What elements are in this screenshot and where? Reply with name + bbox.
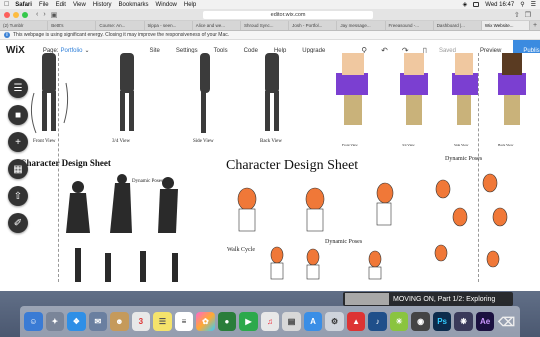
- energy-notice: i This webpage is using significant ener…: [0, 31, 540, 40]
- photoshop-icon[interactable]: Ps: [432, 312, 452, 331]
- apple-menu-icon[interactable]: : [4, 1, 9, 8]
- orange-character-sheet[interactable]: [225, 173, 540, 282]
- blog-icon[interactable]: ✐: [8, 213, 28, 233]
- browser-tab[interactable]: Freeasound -...: [386, 21, 434, 30]
- address-bar[interactable]: editor.wix.com: [203, 10, 374, 19]
- main-sheet-title: Character Design Sheet: [226, 158, 359, 173]
- browser-tab[interactable]: Bettt's: [48, 21, 97, 30]
- menu-history[interactable]: History: [93, 2, 112, 8]
- minimize-window-button[interactable]: [13, 11, 19, 18]
- menu-list-icon[interactable]: ☰: [531, 1, 536, 8]
- label-three-quarter-view: 3/4 View: [112, 139, 131, 144]
- red-app-icon[interactable]: ▲: [346, 312, 366, 331]
- app-store-icon[interactable]: A: [303, 312, 323, 331]
- small-label-side-view: Side View: [454, 143, 469, 147]
- itunes-icon[interactable]: ♫: [260, 312, 280, 331]
- small-label-front-view: Front View: [342, 143, 358, 147]
- upload-icon[interactable]: ⇧: [8, 186, 28, 206]
- browser-tab[interactable]: Alice and we...: [193, 21, 241, 30]
- browser-tab[interactable]: Jay message...: [337, 21, 386, 30]
- butterfly-app-icon[interactable]: ❋: [454, 312, 473, 331]
- dynamic-poses-label: Dynamic Poses: [445, 156, 483, 162]
- browser-tab[interactable]: Josh - Portfol...: [289, 21, 338, 30]
- forward-icon[interactable]: ›: [43, 11, 45, 18]
- small-label-three-quarter-view: 3/4 View: [402, 143, 415, 147]
- label-side-view: Side View: [193, 139, 214, 144]
- tabs-overview-icon[interactable]: ❐: [525, 11, 531, 19]
- back-icon[interactable]: ‹: [36, 11, 38, 18]
- contacts-icon[interactable]: ☻: [110, 312, 129, 331]
- utility-app-icon[interactable]: ◉: [411, 312, 430, 331]
- battery-icon[interactable]: [473, 2, 480, 7]
- messages-icon[interactable]: ●: [217, 312, 237, 331]
- bird-app-icon[interactable]: ♪: [368, 312, 387, 331]
- macos-dock: ☺ ✦ ❖ ✉ ☻ 3 ☰ ≡ ✿ ● ▶ ♫ ▤ A ⚙ ▲ ♪ ☀ ◉ Ps…: [20, 306, 520, 337]
- app-market-icon[interactable]: ▦: [8, 159, 28, 179]
- search-icon[interactable]: ⚲: [520, 1, 524, 8]
- ibooks-icon[interactable]: ▤: [282, 312, 301, 331]
- background-icon[interactable]: ■: [8, 105, 28, 125]
- facetime-icon[interactable]: ▶: [239, 312, 258, 331]
- dark-character-poses[interactable]: [60, 173, 210, 282]
- new-tab-icon[interactable]: +: [530, 21, 540, 30]
- label-front-view: Front View: [33, 139, 56, 144]
- browser-tab[interactable]: Course: An...: [96, 21, 145, 30]
- notes-icon[interactable]: ☰: [153, 312, 172, 331]
- system-preferences-icon[interactable]: ⚙: [325, 312, 344, 331]
- menus-pages-icon[interactable]: ☰: [8, 78, 28, 98]
- left-sheet-title: Character Design Sheet: [20, 158, 111, 168]
- menu-file[interactable]: File: [39, 2, 49, 8]
- menu-bookmarks[interactable]: Bookmarks: [119, 2, 149, 8]
- trash-icon[interactable]: ⌫: [497, 312, 516, 331]
- media-notification[interactable]: MOVING ON, Part 1/2: Exploring: [343, 292, 513, 306]
- share-icon[interactable]: ⇧: [514, 11, 520, 19]
- close-window-button[interactable]: [4, 11, 10, 18]
- sidebar-icon[interactable]: ▣: [51, 11, 58, 19]
- browser-tab[interactable]: trippa - seen...: [145, 21, 193, 30]
- browser-tab[interactable]: Dashboard |...: [434, 21, 482, 30]
- browser-tab[interactable]: (2) Tumblr: [0, 21, 49, 30]
- dark-character-turnaround[interactable]: [30, 53, 300, 141]
- menu-view[interactable]: View: [73, 2, 86, 8]
- wix-left-panel: ☰ ■ + ▦ ⇧ ✐: [8, 78, 30, 233]
- tab-bar: (2) Tumblr Bettt's Course: An... trippa …: [0, 21, 540, 31]
- editor-canvas[interactable]: Front View 3/4 View Side View Back View …: [0, 53, 540, 282]
- green-app-icon[interactable]: ☀: [389, 312, 409, 331]
- purple-character-turnaround[interactable]: [330, 53, 530, 143]
- energy-notice-text: This webpage is using significant energy…: [13, 32, 230, 38]
- small-label-back-view: Back View: [498, 143, 514, 147]
- calendar-icon[interactable]: 3: [131, 312, 151, 331]
- reminders-icon[interactable]: ≡: [174, 312, 194, 331]
- mail-icon[interactable]: ✉: [88, 312, 108, 331]
- launchpad-icon[interactable]: ✦: [45, 312, 65, 331]
- titlebar: ‹ › ▣ editor.wix.com ⇧ ❐: [0, 9, 540, 21]
- after-effects-icon[interactable]: Ae: [475, 312, 495, 331]
- finder-icon[interactable]: ☺: [24, 312, 43, 331]
- clock[interactable]: Wed 16:47: [485, 2, 514, 8]
- safari-icon[interactable]: ❖: [67, 312, 86, 331]
- menu-safari[interactable]: Safari: [15, 2, 32, 8]
- browser-tab-active[interactable]: Wix Website...: [481, 21, 531, 30]
- info-icon: i: [4, 32, 10, 38]
- photos-icon[interactable]: ✿: [196, 312, 215, 331]
- menu-window[interactable]: Window: [156, 2, 177, 8]
- notification-text: MOVING ON, Part 1/2: Exploring: [393, 295, 496, 303]
- zoom-window-button[interactable]: [22, 11, 28, 18]
- menu-help[interactable]: Help: [184, 2, 196, 8]
- macos-menubar:  Safari File Edit View History Bookmark…: [0, 0, 540, 9]
- menu-edit[interactable]: Edit: [56, 2, 66, 8]
- wifi-icon[interactable]: ◈: [463, 1, 468, 8]
- label-back-view: Back View: [260, 139, 282, 144]
- add-icon[interactable]: +: [8, 132, 28, 152]
- browser-tab[interactable]: Shroud Sync...: [241, 21, 290, 30]
- notification-thumbnail: [345, 293, 389, 305]
